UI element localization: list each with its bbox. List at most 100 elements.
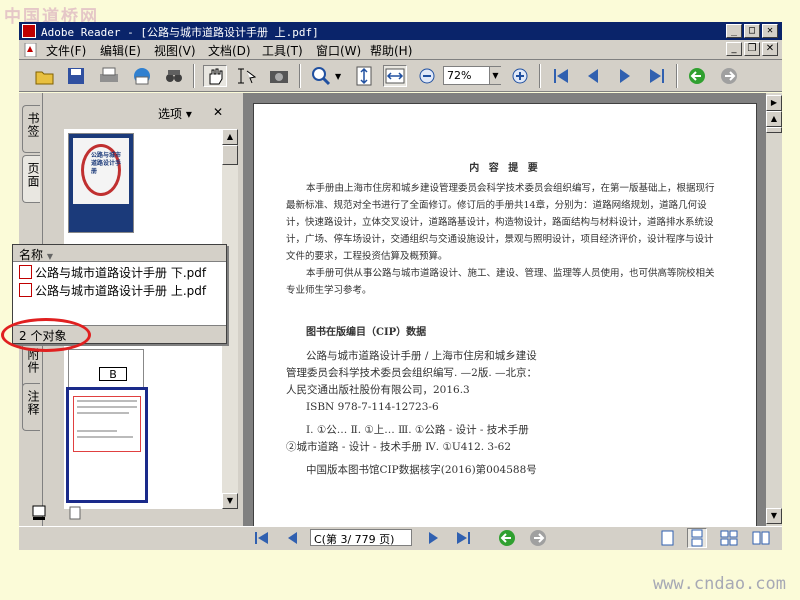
cover-title: 公路与城市道路设计手册 <box>91 152 122 175</box>
tab-pages-label: 页面 <box>26 162 40 188</box>
thumbnail-selected-page <box>69 390 145 500</box>
next-page-icon[interactable] <box>613 65 637 87</box>
status-next-page-icon[interactable] <box>423 528 443 548</box>
toolbar-separator <box>539 64 541 88</box>
thumbnail-cover[interactable]: 公路与城市道路设计手册 <box>68 133 134 233</box>
text-line: 本手册由上海市住房和城乡建设管理委员会科学技术委员会组织编写，在第一版基础上，根… <box>306 183 715 194</box>
split-view-arrow-icon[interactable]: ▶ <box>766 95 782 111</box>
watermark-bottom: www.cndao.com <box>652 574 786 594</box>
go-back-icon[interactable] <box>685 65 709 87</box>
scroll-up-icon[interactable]: ▲ <box>222 129 238 145</box>
status-back-icon[interactable] <box>497 528 517 548</box>
window-title: Adobe Reader - [公路与城市道路设计手册 上.pdf] <box>41 26 319 39</box>
scroll-thumb[interactable] <box>766 127 782 133</box>
fit-height-icon[interactable] <box>352 65 376 87</box>
maximize-button[interactable]: □ <box>744 24 760 38</box>
text-line: 计，广场、停车场设计，交通组织与交通设施设计，景观与照明设计，项目经济评价，设计… <box>286 234 714 245</box>
tab-attachments-label: 附件 <box>26 348 40 374</box>
zoom-tool-dropdown-icon[interactable]: ▼ <box>335 72 341 81</box>
thumbnail-options-icon[interactable] <box>31 505 47 521</box>
thumb-text-line <box>77 406 137 408</box>
file-item[interactable]: 公路与城市道路设计手册 上.pdf <box>19 282 206 299</box>
tab-bookmarks[interactable]: 书签 <box>22 105 40 153</box>
toolbar-separator <box>676 64 678 88</box>
search-binoculars-icon[interactable] <box>162 65 186 87</box>
cip-title: 图书在版编目（CIP）数据 <box>306 327 427 338</box>
single-page-view-icon[interactable] <box>657 528 677 548</box>
tab-pages[interactable]: 页面 <box>22 155 40 203</box>
file-list-header[interactable]: 名称 ▼ <box>13 245 226 262</box>
zoom-in-magnifier-icon[interactable] <box>309 65 333 87</box>
file-name: 公路与城市道路设计手册 上.pdf <box>35 284 207 298</box>
save-icon[interactable] <box>64 65 88 87</box>
thumb-text-line <box>77 436 133 438</box>
cover-art: 公路与城市道路设计手册 <box>73 138 129 204</box>
open-folder-icon[interactable] <box>33 65 57 87</box>
scroll-thumb[interactable] <box>222 145 238 165</box>
fit-width-icon[interactable] <box>383 65 407 87</box>
zoom-out-icon[interactable] <box>415 65 439 87</box>
title-bar: Adobe Reader - [公路与城市道路设计手册 上.pdf] _ □ ✕ <box>19 22 782 40</box>
pdf-doc-icon <box>24 42 38 58</box>
file-item[interactable]: 公路与城市道路设计手册 下.pdf <box>19 264 206 281</box>
facing-view-icon[interactable] <box>719 528 739 548</box>
menu-edit[interactable]: 编辑(E) <box>100 42 141 59</box>
menu-tools[interactable]: 工具(T) <box>262 42 303 59</box>
menu-file[interactable]: 文件(F) <box>46 42 86 59</box>
cip-line: 公路与城市道路设计手册 / 上海市住房和城乡建设 <box>306 350 537 362</box>
thumb-text-line <box>77 430 117 432</box>
previous-page-icon[interactable] <box>581 65 605 87</box>
file-name: 公路与城市道路设计手册 下.pdf <box>35 266 207 280</box>
toolbar-separator <box>193 64 195 88</box>
status-forward-icon[interactable] <box>528 528 548 548</box>
document-page: 内 容 提 要 本手册由上海市住房和城乡建设管理委员会科学技术委员会组织编写，在… <box>253 103 757 533</box>
status-previous-page-icon[interactable] <box>283 528 303 548</box>
continuous-view-icon[interactable] <box>687 528 707 548</box>
thumbnail-page-selected[interactable] <box>66 387 148 503</box>
pdf-file-icon <box>19 265 32 279</box>
status-last-page-icon[interactable] <box>453 528 473 548</box>
app-icon <box>22 24 36 38</box>
menu-document[interactable]: 文档(D) <box>208 42 251 59</box>
panel-close-icon[interactable]: ✕ <box>213 105 223 119</box>
scroll-down-icon[interactable]: ▼ <box>766 508 782 524</box>
doc-restore-button[interactable]: ❐ <box>744 42 760 56</box>
minimize-button[interactable]: _ <box>726 24 742 38</box>
status-first-page-icon[interactable] <box>252 528 272 548</box>
document-scrollbar[interactable]: ▶ ▲ ▼ <box>766 93 782 526</box>
page-number-input[interactable]: C(第 3/ 779 页) <box>310 529 412 546</box>
go-forward-icon[interactable] <box>717 65 741 87</box>
name-column-label: 名称 <box>19 248 44 262</box>
text-line: 本手册可供从事公路与城市道路设计、施工、建设、管理、监理等人员使用，也可供高等院… <box>306 268 715 279</box>
email-icon[interactable] <box>130 65 154 87</box>
annotation-circle <box>1 318 91 352</box>
scroll-up-icon[interactable]: ▲ <box>766 111 782 127</box>
panel-header: 选项 ▾ ✕ <box>43 93 243 129</box>
zoom-dropdown-arrow-icon[interactable]: ▼ <box>489 67 501 84</box>
cip-line: 管理委员会科学技术委员会组织编写. —2版. —北京： <box>286 367 538 379</box>
select-text-icon[interactable] <box>235 65 259 87</box>
first-page-icon[interactable] <box>549 65 573 87</box>
tab-comments[interactable]: 注释 <box>22 383 40 431</box>
doc-minimize-button[interactable]: _ <box>726 42 742 56</box>
document-area: 内 容 提 要 本手册由上海市住房和城乡建设管理委员会科学技术委员会组织编写，在… <box>243 93 782 533</box>
snapshot-camera-icon[interactable] <box>267 65 291 87</box>
close-button[interactable]: ✕ <box>762 24 778 38</box>
scroll-down-icon[interactable]: ▼ <box>222 493 238 509</box>
continuous-facing-view-icon[interactable] <box>751 528 771 548</box>
doc-close-button[interactable]: ✕ <box>762 42 778 56</box>
print-icon[interactable] <box>97 65 121 87</box>
view-area-rectangle[interactable] <box>73 396 141 452</box>
last-page-icon[interactable] <box>645 65 669 87</box>
thumb-text-line <box>77 412 129 414</box>
hand-tool-icon[interactable] <box>203 65 227 87</box>
page-heading: 内 容 提 要 <box>469 163 541 174</box>
menu-window[interactable]: 窗口(W) <box>316 42 361 59</box>
options-menu[interactable]: 选项 ▾ <box>158 105 192 122</box>
zoom-in-icon[interactable] <box>508 65 532 87</box>
menu-help[interactable]: 帮助(H) <box>370 42 412 59</box>
thumbnail-delete-icon[interactable] <box>67 505 83 521</box>
menu-bar: 文件(F) 编辑(E) 视图(V) 文档(D) 工具(T) 窗口(W) 帮助(H… <box>19 40 782 60</box>
intro-paragraph: 本手册由上海市住房和城乡建设管理委员会科学技术委员会组织编写，在第一版基础上，根… <box>286 180 726 299</box>
menu-view[interactable]: 视图(V) <box>154 42 196 59</box>
